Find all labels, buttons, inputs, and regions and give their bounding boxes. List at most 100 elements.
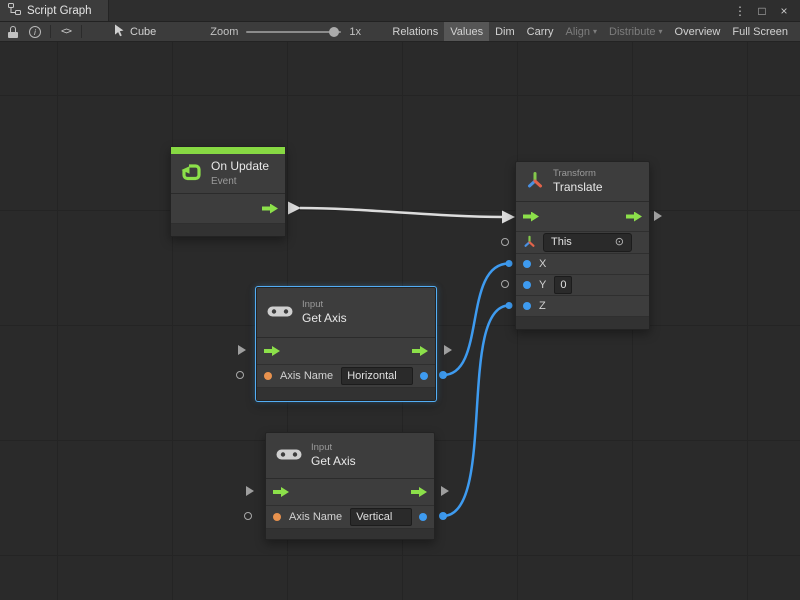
control-row <box>171 194 285 224</box>
external-value-input-port[interactable] <box>244 512 252 520</box>
zoom-value: 1x <box>349 26 361 38</box>
window-menu-button[interactable]: ⋮ <box>732 5 748 17</box>
node-header: Transform Translate <box>516 162 649 202</box>
port-label-x: X <box>539 258 546 270</box>
wire-end-arrow <box>502 211 515 224</box>
script-graph-icon <box>8 3 21 18</box>
carry-button[interactable]: Carry <box>521 22 560 41</box>
zoom-slider-track <box>246 31 341 33</box>
lock-icon[interactable] <box>6 24 20 40</box>
window-close-button[interactable]: × <box>776 5 792 17</box>
on-update-loop-icon <box>181 162 202 185</box>
control-row <box>266 479 434 506</box>
z-port-row: Z <box>516 296 649 317</box>
y-input-port[interactable] <box>523 281 531 289</box>
overview-button[interactable]: Overview <box>669 22 727 41</box>
graph-canvas[interactable]: On Update Event Transform Translate <box>0 42 800 600</box>
graph-toolbar: i <> Cube Zoom 1x Relations Values Dim C… <box>0 22 800 42</box>
wire-endpoint-dot[interactable] <box>439 512 447 520</box>
node-footer <box>516 317 649 329</box>
dim-button[interactable]: Dim <box>489 22 521 41</box>
x-input-port[interactable] <box>523 260 531 268</box>
control-input-port[interactable] <box>523 212 539 222</box>
control-output-port[interactable] <box>626 212 642 222</box>
window-maximize-button[interactable]: □ <box>754 5 770 17</box>
graph-target-breadcrumb[interactable]: Cube <box>114 24 156 40</box>
control-output-port[interactable] <box>411 487 427 497</box>
node-title: Translate <box>553 180 603 196</box>
z-input-port[interactable] <box>523 302 531 310</box>
axis-name-label: Axis Name <box>289 511 342 523</box>
node-footer <box>266 529 434 539</box>
y-port-row: Y 0 <box>516 275 649 296</box>
info-icon[interactable]: i <box>28 24 42 40</box>
distribute-dropdown[interactable]: Distribute ▾ <box>603 22 668 41</box>
this-row: This ⊙ <box>516 232 649 254</box>
node-get-axis-horizontal[interactable]: Input Get Axis Axis Name Horizontal <box>256 287 436 401</box>
chevron-down-icon: ▾ <box>593 27 597 36</box>
zoom-label: Zoom <box>210 26 238 38</box>
relations-button[interactable]: Relations <box>386 22 444 41</box>
node-subtitle: Event <box>211 175 269 188</box>
external-control-output-port[interactable] <box>654 211 662 221</box>
zoom-slider[interactable] <box>246 26 341 38</box>
script-graph-window: Script Graph ⋮ □ × i <> Cube Zoom 1x Rel… <box>0 0 800 600</box>
port-label-z: Z <box>539 300 546 312</box>
wire-start-arrow <box>288 202 301 215</box>
node-get-axis-vertical[interactable]: Input Get Axis Axis Name Vertical <box>265 432 435 540</box>
external-control-input-port[interactable] <box>238 345 246 355</box>
axis-name-label: Axis Name <box>280 370 333 382</box>
values-button[interactable]: Values <box>444 22 489 41</box>
node-header: Input Get Axis <box>266 433 434 479</box>
wire-horizontal-to-x[interactable] <box>443 264 509 376</box>
code-icon[interactable]: <> <box>59 24 73 40</box>
wire-onupdate-to-translate[interactable] <box>300 208 504 217</box>
node-title: Get Axis <box>302 311 347 327</box>
wire-endpoint-dot[interactable] <box>439 371 447 379</box>
this-object-value: This <box>551 235 572 249</box>
axis-value-output-port[interactable] <box>420 372 428 380</box>
gamepad-icon <box>267 304 293 322</box>
node-on-update-event[interactable]: On Update Event <box>170 146 286 237</box>
toolbar-buttons: Relations Values Dim Carry Align ▾ Distr… <box>386 22 794 41</box>
tab-script-graph[interactable]: Script Graph <box>0 0 109 21</box>
control-output-port[interactable] <box>412 346 428 356</box>
distribute-label: Distribute <box>609 26 655 38</box>
event-accent-bar <box>171 147 285 154</box>
align-label: Align <box>566 26 590 38</box>
control-input-port[interactable] <box>273 487 289 497</box>
control-input-port[interactable] <box>264 346 280 356</box>
tab-title: Script Graph <box>27 5 92 17</box>
x-port-row: X <box>516 254 649 275</box>
external-y-input-port[interactable] <box>501 280 509 288</box>
axis-name-row: Axis Name Vertical <box>266 506 434 529</box>
external-control-output-port[interactable] <box>444 345 452 355</box>
wire-endpoint-dot[interactable] <box>506 260 513 267</box>
control-output-port[interactable] <box>262 204 278 214</box>
node-header: On Update Event <box>171 154 285 194</box>
axis-name-field[interactable]: Vertical <box>350 508 412 526</box>
node-category: Input <box>302 299 347 311</box>
transform-gizmo-icon <box>523 235 536 251</box>
external-value-input-port[interactable] <box>236 371 244 379</box>
fullscreen-button[interactable]: Full Screen <box>726 22 794 41</box>
external-this-input-port[interactable] <box>501 238 509 246</box>
external-control-input-port[interactable] <box>246 486 254 496</box>
wire-endpoint-dot[interactable] <box>506 302 513 309</box>
align-dropdown[interactable]: Align ▾ <box>560 22 603 41</box>
axis-name-field[interactable]: Horizontal <box>341 367 413 385</box>
node-transform-translate[interactable]: Transform Translate This ⊙ X <box>515 161 650 330</box>
external-control-output-port[interactable] <box>441 486 449 496</box>
axis-value-output-port[interactable] <box>419 513 427 521</box>
window-controls: ⋮ □ × <box>732 0 800 21</box>
this-object-field[interactable]: This ⊙ <box>543 233 632 251</box>
object-picker-icon[interactable]: ⊙ <box>615 235 624 249</box>
node-title: Get Axis <box>311 454 356 470</box>
axis-name-input-port[interactable] <box>273 513 281 521</box>
y-value-field[interactable]: 0 <box>554 276 572 294</box>
control-row <box>257 338 435 365</box>
zoom-slider-handle[interactable] <box>329 27 339 37</box>
axis-name-input-port[interactable] <box>264 372 272 380</box>
target-name: Cube <box>130 26 156 38</box>
wire-vertical-to-z[interactable] <box>443 306 509 517</box>
